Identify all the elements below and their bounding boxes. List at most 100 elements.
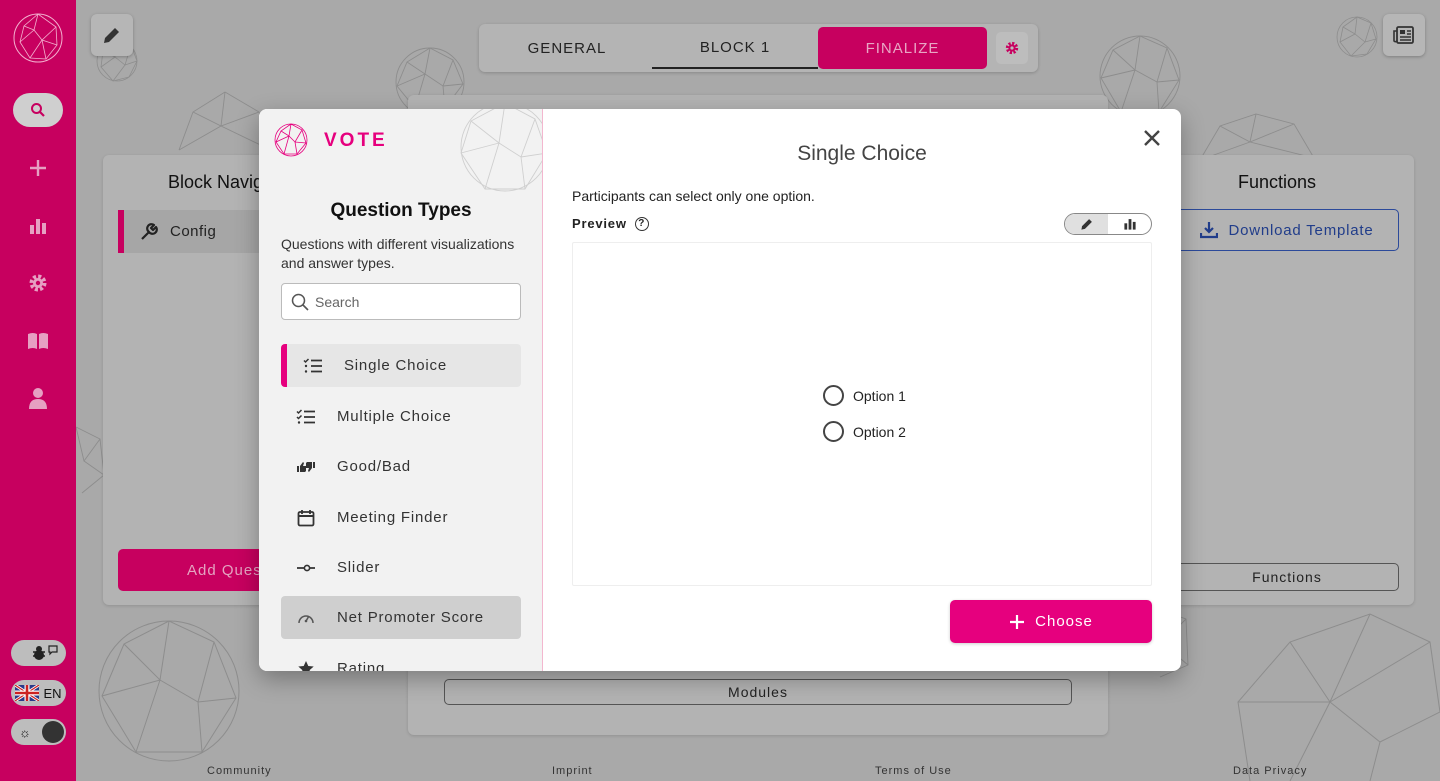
- add-question-button[interactable]: Add Ques: [118, 549, 268, 591]
- pencil-icon: [1080, 219, 1092, 230]
- help-icon[interactable]: ?: [634, 216, 649, 231]
- theme-toggle[interactable]: ☼: [11, 719, 66, 745]
- tab-settings-button[interactable]: [996, 32, 1028, 64]
- footer-link-terms[interactable]: Terms of Use: [875, 765, 952, 777]
- thumbs-icon: [295, 456, 317, 478]
- sidebar-stats-button[interactable]: [22, 210, 54, 242]
- gauge-icon: [295, 607, 317, 629]
- bar-chart-icon: [1123, 219, 1136, 230]
- search-input[interactable]: [315, 293, 515, 310]
- preview-label: Preview: [572, 216, 627, 231]
- star-icon: [295, 658, 317, 671]
- gear-icon: [29, 274, 47, 292]
- sidebar-settings-button[interactable]: [22, 267, 54, 299]
- list-icon: [302, 355, 324, 377]
- newspaper-icon: [1393, 26, 1414, 44]
- choose-label: Choose: [1035, 613, 1093, 630]
- edit-button[interactable]: [91, 14, 133, 56]
- pencil-icon: [104, 28, 119, 43]
- footer-link-community[interactable]: Community: [207, 765, 272, 777]
- question-type-label: Good/Bad: [337, 458, 411, 475]
- download-template-button[interactable]: Download Template: [1175, 209, 1399, 251]
- slider-icon: [295, 557, 317, 579]
- bug-feedback-icon: [32, 645, 58, 660]
- language-code: EN: [43, 685, 62, 701]
- block-tabs: GENERAL BLOCK 1 FINALIZE: [479, 24, 1038, 72]
- download-icon: [1200, 222, 1219, 239]
- language-selector[interactable]: EN: [11, 680, 66, 706]
- results-view-toggle[interactable]: [1108, 214, 1151, 234]
- question-types-description: Questions with different visualizations …: [281, 236, 515, 271]
- config-label: Config: [170, 223, 217, 240]
- user-icon: [29, 388, 47, 409]
- config-nav-item[interactable]: Config: [118, 210, 268, 253]
- decorative-geodesic-sphere: [460, 109, 542, 192]
- modules-button[interactable]: Modules: [444, 679, 1072, 705]
- module-name: VOTE: [324, 130, 388, 151]
- question-type-net-promoter-score[interactable]: Net Promoter Score: [281, 596, 521, 639]
- footer-link-imprint[interactable]: Imprint: [552, 765, 593, 777]
- preview-heading: Preview ?: [572, 216, 649, 231]
- tab-general[interactable]: GENERAL: [482, 27, 652, 69]
- decorative-geodesic-sphere: [75, 425, 106, 500]
- edit-view-toggle[interactable]: [1065, 214, 1108, 234]
- question-type-label: Single Choice: [344, 357, 447, 374]
- selected-type-title: Single Choice: [797, 142, 927, 165]
- question-types-title: Question Types: [330, 200, 472, 221]
- feedback-button[interactable]: [11, 640, 66, 666]
- bar-chart-icon: [30, 219, 46, 234]
- option-label: Option 1: [853, 387, 906, 404]
- app-logo[interactable]: [12, 12, 64, 64]
- question-type-multiple-choice[interactable]: Multiple Choice: [281, 395, 521, 438]
- preview-option[interactable]: Option 2: [823, 421, 906, 442]
- preview-option[interactable]: Option 1: [823, 385, 906, 406]
- toggle-knob: [42, 721, 64, 743]
- question-type-dialog: VOTE Question Types Questions with diffe…: [259, 109, 1181, 671]
- question-type-slider[interactable]: Slider: [281, 546, 521, 589]
- question-type-label: Meeting Finder: [337, 509, 449, 526]
- sidebar-docs-button[interactable]: [22, 325, 54, 357]
- decorative-geodesic-sphere: [1230, 612, 1440, 781]
- sidebar-search-button[interactable]: [13, 93, 63, 127]
- preview-area: Option 1 Option 2: [572, 242, 1152, 586]
- sidebar-add-button[interactable]: [22, 152, 54, 184]
- block-navigation-title: Block Navig: [168, 172, 264, 192]
- choose-button[interactable]: Choose: [950, 600, 1152, 643]
- search-icon: [291, 293, 309, 311]
- calendar-icon: [295, 507, 317, 529]
- sidebar-profile-button[interactable]: [22, 382, 54, 414]
- question-type-search[interactable]: [281, 283, 521, 320]
- question-type-rating[interactable]: Rating: [281, 647, 521, 671]
- vote-module-logo: [274, 123, 308, 157]
- question-type-label: Slider: [337, 559, 381, 576]
- question-type-single-choice[interactable]: Single Choice: [281, 344, 521, 387]
- decorative-geodesic-sphere: [96, 618, 242, 769]
- selected-type-description: Participants can select only one option.: [572, 188, 815, 204]
- question-type-label: Net Promoter Score: [337, 609, 484, 626]
- tab-block-1[interactable]: BLOCK 1: [652, 27, 818, 69]
- question-types-panel: VOTE Question Types Questions with diffe…: [259, 109, 543, 671]
- search-icon: [31, 103, 45, 117]
- option-label: Option 2: [853, 423, 906, 440]
- functions-title: Functions: [1238, 172, 1317, 192]
- sun-icon: ☼: [19, 724, 31, 740]
- news-button[interactable]: [1383, 14, 1425, 56]
- uk-flag-icon: [15, 685, 40, 701]
- preview-mode-toggle: [1064, 213, 1152, 235]
- main-sidebar: EN ☼: [0, 0, 76, 781]
- wrench-icon: [141, 222, 158, 240]
- book-icon: [28, 333, 48, 349]
- decorative-geodesic-sphere: [1335, 14, 1379, 65]
- radio-button[interactable]: [823, 421, 844, 442]
- footer-link-privacy[interactable]: Data Privacy: [1233, 765, 1307, 777]
- radio-button[interactable]: [823, 385, 844, 406]
- plus-icon: [1010, 614, 1025, 629]
- question-type-meeting-finder[interactable]: Meeting Finder: [281, 496, 521, 539]
- question-type-good-bad[interactable]: Good/Bad: [281, 445, 521, 488]
- tab-finalize[interactable]: FINALIZE: [818, 27, 987, 69]
- question-type-label: Rating: [337, 660, 386, 671]
- functions-button[interactable]: Functions: [1175, 563, 1399, 591]
- checklist-icon: [295, 406, 317, 428]
- download-template-label: Download Template: [1228, 221, 1374, 239]
- plus-icon: [30, 160, 46, 176]
